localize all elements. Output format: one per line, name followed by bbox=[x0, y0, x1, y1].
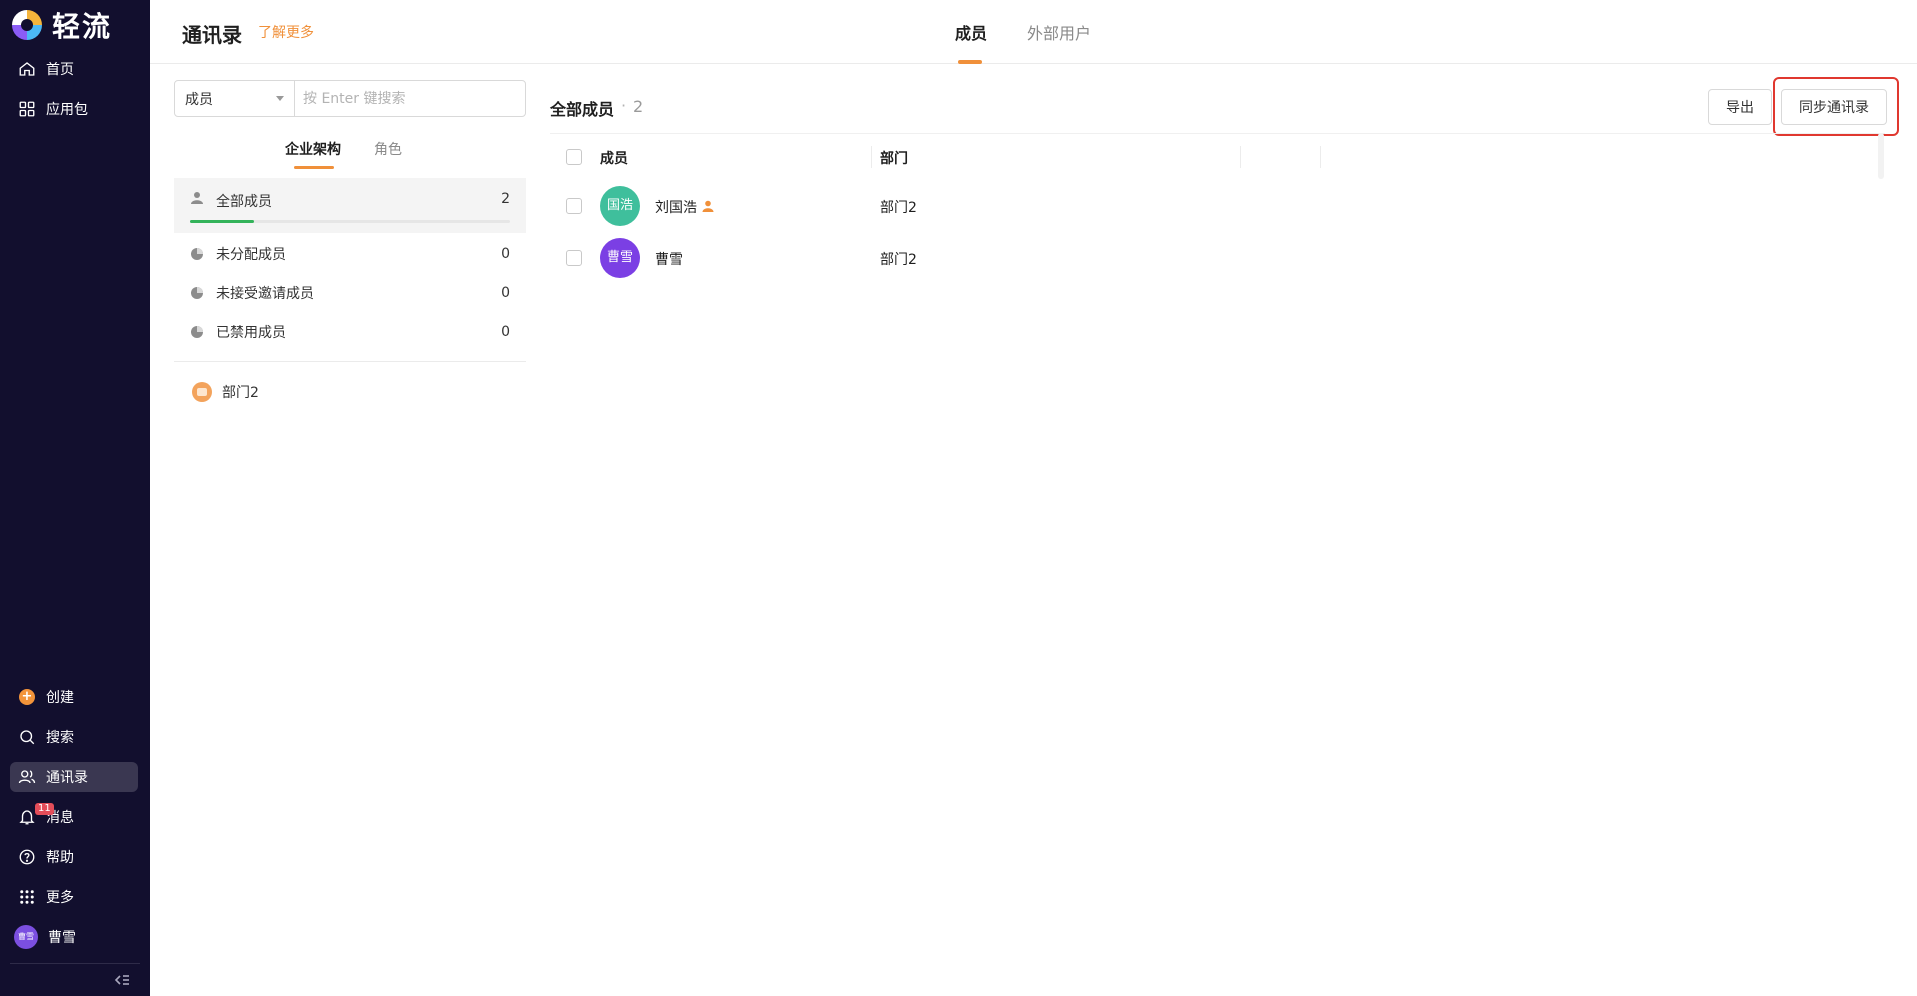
member-name[interactable]: 刘国浩 bbox=[655, 197, 697, 217]
subtab-org-structure[interactable]: 企业架构 bbox=[285, 139, 341, 159]
title-separator: · bbox=[621, 96, 627, 115]
row-checkbox[interactable] bbox=[566, 250, 582, 266]
active-subtab-indicator bbox=[294, 166, 334, 169]
sidebar-item-label: 首页 bbox=[46, 62, 74, 78]
sidebar-item-label: 创建 bbox=[46, 690, 74, 706]
avatar[interactable]: 国浩 bbox=[600, 186, 640, 226]
group-label: 未分配成员 bbox=[216, 247, 286, 263]
sidebar-item-label: 更多 bbox=[46, 890, 74, 906]
column-separator bbox=[1240, 146, 1241, 168]
tab-members[interactable]: 成员 bbox=[955, 20, 987, 44]
column-header-department: 部门 bbox=[880, 151, 908, 167]
sidebar-item-search[interactable]: 搜索 bbox=[10, 722, 138, 752]
sidebar-item-label: 应用包 bbox=[46, 102, 88, 118]
sidebar-item-messages[interactable]: 11 消息 bbox=[10, 802, 138, 832]
search-icon bbox=[18, 728, 36, 746]
group-count: 2 bbox=[501, 191, 510, 207]
table-scrollbar[interactable] bbox=[1878, 133, 1884, 179]
logo[interactable]: 轻流 bbox=[12, 8, 113, 43]
group-count: 0 bbox=[501, 324, 510, 340]
members-count: 2 bbox=[633, 97, 644, 116]
collapse-sidebar-icon[interactable] bbox=[114, 972, 130, 988]
dots-grid-icon bbox=[18, 888, 36, 906]
sidebar: 轻流 首页 应用包 + 创建 搜索 通讯录 11 消息 帮助 更多 曹雪 曹雪 bbox=[0, 0, 150, 996]
avatar[interactable]: 曹雪 bbox=[600, 238, 640, 278]
column-separator bbox=[871, 146, 872, 168]
sidebar-item-create[interactable]: + 创建 bbox=[10, 682, 138, 712]
admin-icon bbox=[702, 200, 714, 212]
active-tab-indicator bbox=[958, 60, 982, 64]
sidebar-item-label: 通讯录 bbox=[46, 770, 88, 786]
pie-icon bbox=[190, 325, 204, 339]
brand-name: 轻流 bbox=[52, 10, 113, 43]
subtab-roles[interactable]: 角色 bbox=[374, 139, 402, 159]
sidebar-item-home[interactable]: 首页 bbox=[10, 54, 138, 84]
tab-external-users[interactable]: 外部用户 bbox=[1027, 20, 1091, 44]
learn-more-link[interactable]: 了解更多 bbox=[258, 22, 314, 42]
help-icon bbox=[18, 848, 36, 866]
user-icon bbox=[190, 191, 204, 205]
logo-icon bbox=[12, 10, 42, 40]
table-divider bbox=[550, 133, 1885, 134]
row-checkbox[interactable] bbox=[566, 198, 582, 214]
column-separator bbox=[1320, 146, 1321, 168]
divider bbox=[174, 361, 526, 362]
plus-circle-icon: + bbox=[18, 688, 36, 706]
group-pending-invite-members[interactable]: 未接受邀请成员 0 bbox=[174, 273, 526, 313]
grid-icon bbox=[18, 100, 36, 118]
sidebar-item-label: 帮助 bbox=[46, 850, 74, 866]
group-count: 0 bbox=[501, 285, 510, 301]
sidebar-item-help[interactable]: 帮助 bbox=[10, 842, 138, 872]
column-header-member: 成员 bbox=[600, 151, 628, 167]
bell-icon bbox=[18, 808, 36, 826]
search-input[interactable] bbox=[295, 81, 525, 116]
pie-icon bbox=[190, 286, 204, 300]
page-title: 通讯录 bbox=[182, 23, 242, 47]
sidebar-divider bbox=[10, 963, 140, 964]
sidebar-item-label: 搜索 bbox=[46, 730, 74, 746]
sidebar-item-apps[interactable]: 应用包 bbox=[10, 94, 138, 124]
progress-fill bbox=[190, 220, 254, 223]
avatar: 曹雪 bbox=[14, 925, 38, 949]
caret-down-icon bbox=[276, 96, 284, 101]
group-label: 未接受邀请成员 bbox=[216, 286, 314, 302]
member-department: 部门2 bbox=[880, 252, 917, 268]
group-label: 已禁用成员 bbox=[216, 325, 286, 341]
filter-type-select[interactable]: 成员 bbox=[175, 81, 295, 116]
members-title: 全部成员 bbox=[550, 100, 615, 119]
pie-icon bbox=[190, 247, 204, 261]
group-label: 全部成员 bbox=[216, 194, 272, 210]
sync-contacts-button[interactable]: 同步通讯录 bbox=[1781, 89, 1887, 125]
group-count: 0 bbox=[501, 246, 510, 262]
department-label: 部门2 bbox=[222, 385, 259, 401]
member-name[interactable]: 曹雪 bbox=[655, 249, 683, 269]
export-button[interactable]: 导出 bbox=[1708, 89, 1772, 125]
member-department: 部门2 bbox=[880, 200, 917, 216]
sidebar-item-label: 曹雪 bbox=[48, 930, 76, 946]
contacts-icon bbox=[18, 768, 36, 786]
sidebar-item-more[interactable]: 更多 bbox=[10, 882, 138, 912]
filter-type-value: 成员 bbox=[185, 91, 213, 108]
home-icon bbox=[18, 60, 36, 78]
select-all-checkbox[interactable] bbox=[566, 149, 582, 165]
group-all-members[interactable]: 全部成员 2 bbox=[174, 178, 526, 233]
sidebar-item-contacts[interactable]: 通讯录 bbox=[10, 762, 138, 792]
unread-badge: 11 bbox=[35, 803, 54, 815]
department-icon bbox=[192, 382, 212, 402]
sidebar-item-profile[interactable]: 曹雪 曹雪 bbox=[10, 922, 138, 952]
member-filter: 成员 bbox=[174, 80, 526, 117]
page-header: 通讯录 了解更多 成员 外部用户 bbox=[150, 0, 1917, 64]
group-unassigned-members[interactable]: 未分配成员 0 bbox=[174, 234, 526, 274]
department-item[interactable]: 部门2 bbox=[192, 382, 259, 402]
group-disabled-members[interactable]: 已禁用成员 0 bbox=[174, 312, 526, 352]
progress-bar bbox=[190, 220, 510, 223]
